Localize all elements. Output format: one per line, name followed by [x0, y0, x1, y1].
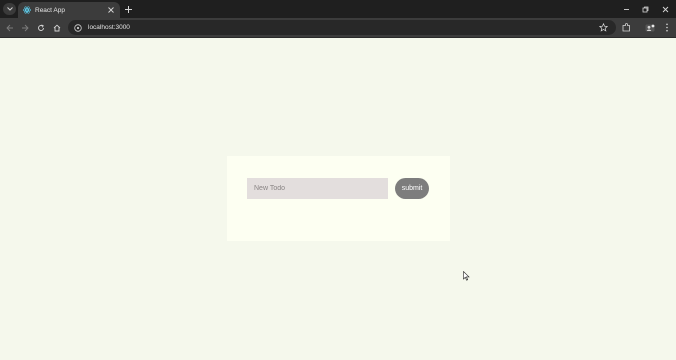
close-window-button[interactable]: [660, 4, 670, 14]
react-logo-icon: [23, 6, 31, 14]
tab-search-button[interactable]: [3, 3, 16, 15]
more-vertical-icon: [665, 23, 668, 32]
new-tab-button[interactable]: [123, 4, 133, 14]
profile-button[interactable]: [644, 22, 655, 33]
close-icon: [662, 6, 668, 12]
todo-form-card: submit: [227, 156, 450, 241]
restore-icon: [642, 6, 648, 12]
menu-button[interactable]: [661, 22, 672, 33]
reload-button[interactable]: [35, 22, 46, 33]
site-info-icon[interactable]: [73, 23, 82, 32]
bookmark-star-icon[interactable]: [599, 23, 608, 32]
restore-button[interactable]: [640, 4, 650, 14]
mouse-cursor-icon: [463, 271, 470, 281]
reload-icon: [37, 23, 44, 31]
forward-button[interactable]: [19, 22, 30, 33]
minimize-icon: [623, 8, 629, 10]
submit-button[interactable]: submit: [395, 178, 429, 199]
tab-close-icon[interactable]: [107, 6, 115, 14]
home-button[interactable]: [51, 22, 62, 33]
tab-react-app[interactable]: React App: [18, 2, 120, 18]
minimize-button[interactable]: [621, 4, 631, 14]
arrow-right-icon: [21, 24, 29, 31]
new-todo-input[interactable]: [247, 178, 388, 199]
browser-toolbar: localhost:3000: [0, 18, 676, 37]
tab-strip: React App: [0, 0, 676, 18]
address-bar[interactable]: localhost:3000: [68, 20, 616, 35]
arrow-left-icon: [5, 24, 13, 31]
tab-title: React App: [35, 6, 65, 14]
plus-icon: [124, 5, 132, 13]
back-button[interactable]: [4, 22, 15, 33]
profile-avatar-icon: [645, 24, 654, 31]
puzzle-icon: [622, 23, 630, 32]
home-icon: [53, 24, 60, 31]
page-viewport: submit: [0, 38, 676, 360]
extensions-button[interactable]: [621, 22, 632, 33]
url-text: localhost:3000: [88, 24, 130, 31]
chevron-down-icon: [6, 7, 13, 11]
